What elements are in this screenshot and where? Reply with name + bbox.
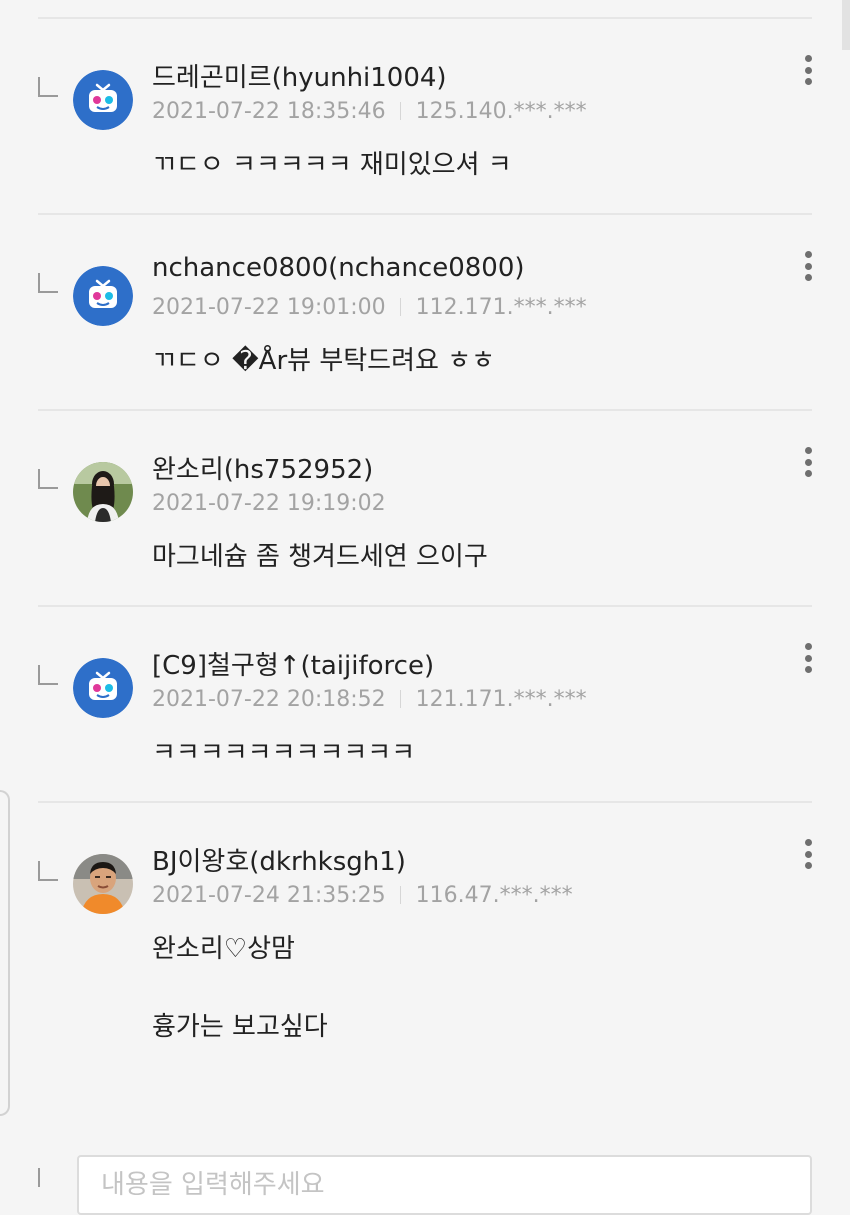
more-options-icon[interactable]	[803, 251, 813, 287]
comment-text: ㄲㄷㅇ �År뷰 부탁드려요 ㅎㅎ	[152, 346, 496, 376]
scrollbar-thumb[interactable]	[842, 0, 850, 50]
reply-indicator-icon	[38, 861, 58, 881]
more-options-icon[interactable]	[803, 839, 813, 875]
comment-meta: 2021-07-22 19:01:00 112.171.***.***	[152, 295, 587, 320]
comment-text: ㄲㄷㅇ ㅋㅋㅋㅋㅋ 재미있으셔 ㅋ	[152, 150, 512, 180]
comment-meta: 2021-07-22 19:19:02	[152, 491, 386, 516]
comment-meta: 2021-07-22 18:35:46 125.140.***.***	[152, 99, 587, 124]
comment-datetime: 2021-07-22 20:18:52	[152, 687, 386, 712]
side-panel-edge	[0, 790, 10, 1116]
comment-item: BJ이왕호(dkrhksgh1) 2021-07-24 21:35:25 116.…	[0, 803, 850, 1133]
comment-meta: 2021-07-22 20:18:52 121.171.***.***	[152, 687, 587, 712]
comment-ip: 116.47.***.***	[415, 883, 573, 908]
comment-text: 마그네슘 좀 챙겨드세연 으이구	[152, 542, 488, 572]
profile-photo-woman[interactable]	[73, 462, 133, 522]
reply-indicator-icon	[38, 273, 58, 293]
meta-separator	[399, 886, 401, 904]
comment-datetime: 2021-07-24 21:35:25	[152, 883, 386, 908]
meta-separator	[399, 102, 401, 120]
comment-datetime: 2021-07-22 19:01:00	[152, 295, 386, 320]
reply-indicator-icon	[38, 469, 58, 489]
meta-separator	[399, 298, 401, 316]
reply-indicator-icon	[38, 1168, 40, 1187]
meta-separator	[399, 690, 401, 708]
comment-nickname[interactable]: 드레곤미르(hyunhi1004)	[152, 57, 447, 94]
reply-input[interactable]	[77, 1155, 812, 1215]
profile-photo-man[interactable]	[73, 854, 133, 914]
comment-text: ㅋㅋㅋㅋㅋㅋㅋㅋㅋㅋㅋ	[152, 738, 416, 768]
default-tv-avatar-icon[interactable]	[73, 658, 133, 718]
default-tv-avatar-icon[interactable]	[73, 266, 133, 326]
comment-text: 완소리♡상맘	[152, 934, 295, 964]
comment-nickname[interactable]: 완소리(hs752952)	[152, 449, 373, 486]
comment-ip: 125.140.***.***	[415, 99, 587, 124]
comment-ip: 121.171.***.***	[415, 687, 587, 712]
comment-datetime: 2021-07-22 19:19:02	[152, 491, 386, 516]
comment-item: nchance0800(nchance0800) 2021-07-22 19:0…	[0, 215, 850, 411]
comment-nickname[interactable]: nchance0800(nchance0800)	[152, 253, 525, 283]
more-options-icon[interactable]	[803, 447, 813, 483]
reply-indicator-icon	[38, 77, 58, 97]
more-options-icon[interactable]	[803, 55, 813, 91]
reply-indicator-icon	[38, 665, 58, 685]
more-options-icon[interactable]	[803, 643, 813, 679]
comment-text: 흉가는 보고싶다	[152, 1012, 328, 1042]
comment-item: 드레곤미르(hyunhi1004) 2021-07-22 18:35:46 125…	[0, 19, 850, 215]
comment-datetime: 2021-07-22 18:35:46	[152, 99, 386, 124]
comment-ip: 112.171.***.***	[415, 295, 587, 320]
comment-nickname[interactable]: BJ이왕호(dkrhksgh1)	[152, 841, 406, 878]
comment-nickname[interactable]: [C9]철구형↑(taijiforce)	[152, 645, 434, 682]
comment-item: 완소리(hs752952) 2021-07-22 19:19:02 마그네슘 좀…	[0, 411, 850, 607]
comment-item: [C9]철구형↑(taijiforce) 2021-07-22 20:18:52…	[0, 607, 850, 803]
default-tv-avatar-icon[interactable]	[73, 70, 133, 130]
comment-meta: 2021-07-24 21:35:25 116.47.***.***	[152, 883, 573, 908]
